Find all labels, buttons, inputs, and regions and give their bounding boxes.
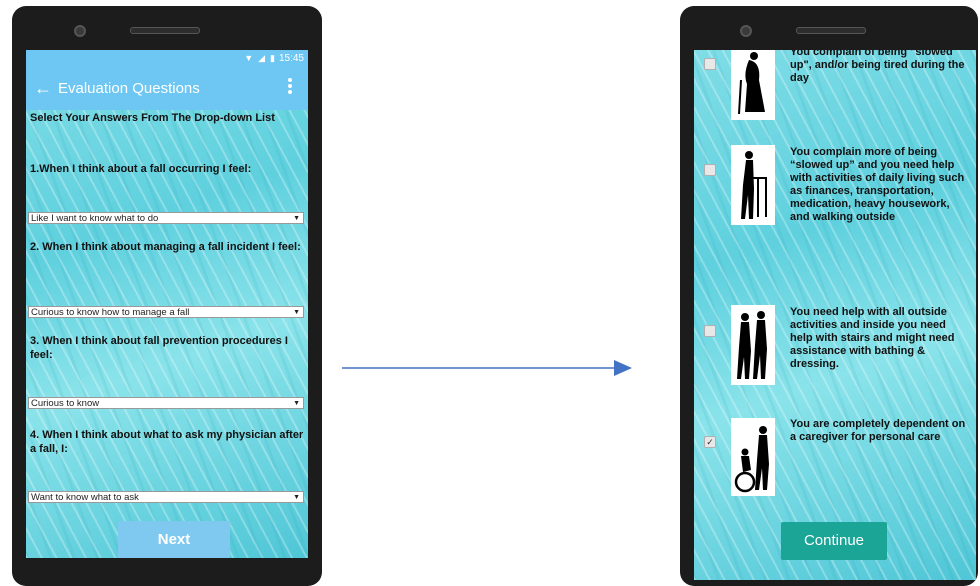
dropdown-value: Curious to know how to manage a fall	[31, 307, 190, 318]
dropdown-value: Want to know what to ask	[31, 492, 139, 503]
next-button[interactable]: Next	[118, 521, 230, 558]
wheelchair-caregiver-icon	[731, 418, 775, 496]
item-3-text: You need help with all outside activitie…	[790, 306, 955, 370]
question-2-dropdown[interactable]: Curious to know how to manage a fall ▼	[28, 306, 304, 318]
activity-level-screen: You complain of being "slowed up", and/o…	[694, 50, 976, 580]
item-1-text: You complain of being "slowed up", and/o…	[790, 50, 965, 84]
continue-button[interactable]: Continue	[781, 522, 887, 560]
earpiece-speaker	[796, 27, 866, 34]
evaluation-screen: ▼◢▮ 15:45 ← Evaluation Questions Select …	[26, 50, 308, 558]
instruction-text: Select Your Answers From The Drop-down L…	[30, 112, 275, 124]
caret-down-icon: ▼	[293, 309, 300, 316]
dropdown-value: Curious to know	[31, 398, 100, 409]
item-4-text: You are completely dependent on a caregi…	[790, 418, 966, 443]
app-bar: ← Evaluation Questions	[26, 68, 308, 110]
question-2: 2. When I think about managing a fall in…	[30, 241, 301, 253]
status-time: 15:45	[278, 53, 304, 64]
question-1: 1.When I think about a fall occurring I …	[30, 163, 252, 175]
caret-down-icon: ▼	[293, 215, 300, 222]
walker-icon	[731, 145, 775, 225]
transition-arrow-icon	[342, 360, 632, 376]
item-2-checkbox[interactable]	[704, 164, 716, 176]
item-4-checkbox[interactable]: ✓	[704, 436, 716, 448]
question-4-dropdown[interactable]: Want to know what to ask ▼	[28, 491, 304, 503]
front-camera	[740, 25, 752, 37]
item-1-checkbox[interactable]	[704, 58, 716, 70]
right-phone: You complain of being "slowed up", and/o…	[680, 6, 978, 586]
item-2-text: You complain more of being “slowed up” a…	[790, 146, 965, 223]
front-camera	[74, 25, 86, 37]
status-icons: ▼◢▮	[244, 53, 280, 63]
elderly-cane-icon	[731, 50, 775, 120]
caret-down-icon: ▼	[293, 494, 300, 501]
item-3-checkbox[interactable]	[704, 325, 716, 337]
question-3: 3. When I think about fall prevention pr…	[30, 335, 288, 361]
left-phone: ▼◢▮ 15:45 ← Evaluation Questions Select …	[12, 6, 322, 586]
status-bar: ▼◢▮ 15:45	[26, 50, 308, 68]
more-vert-icon[interactable]	[288, 76, 294, 96]
question-4: 4. When I think about what to ask my phy…	[30, 429, 304, 455]
assisted-walking-icon	[731, 305, 775, 385]
question-3-dropdown[interactable]: Curious to know ▼	[28, 397, 304, 409]
arrow-left-icon[interactable]: ←	[34, 79, 52, 97]
caret-down-icon: ▼	[293, 400, 300, 407]
page-title: Evaluation Questions	[58, 80, 200, 97]
question-1-dropdown[interactable]: Like I want to know what to do ▼	[28, 212, 304, 224]
earpiece-speaker	[130, 27, 200, 34]
dropdown-value: Like I want to know what to do	[31, 213, 159, 224]
